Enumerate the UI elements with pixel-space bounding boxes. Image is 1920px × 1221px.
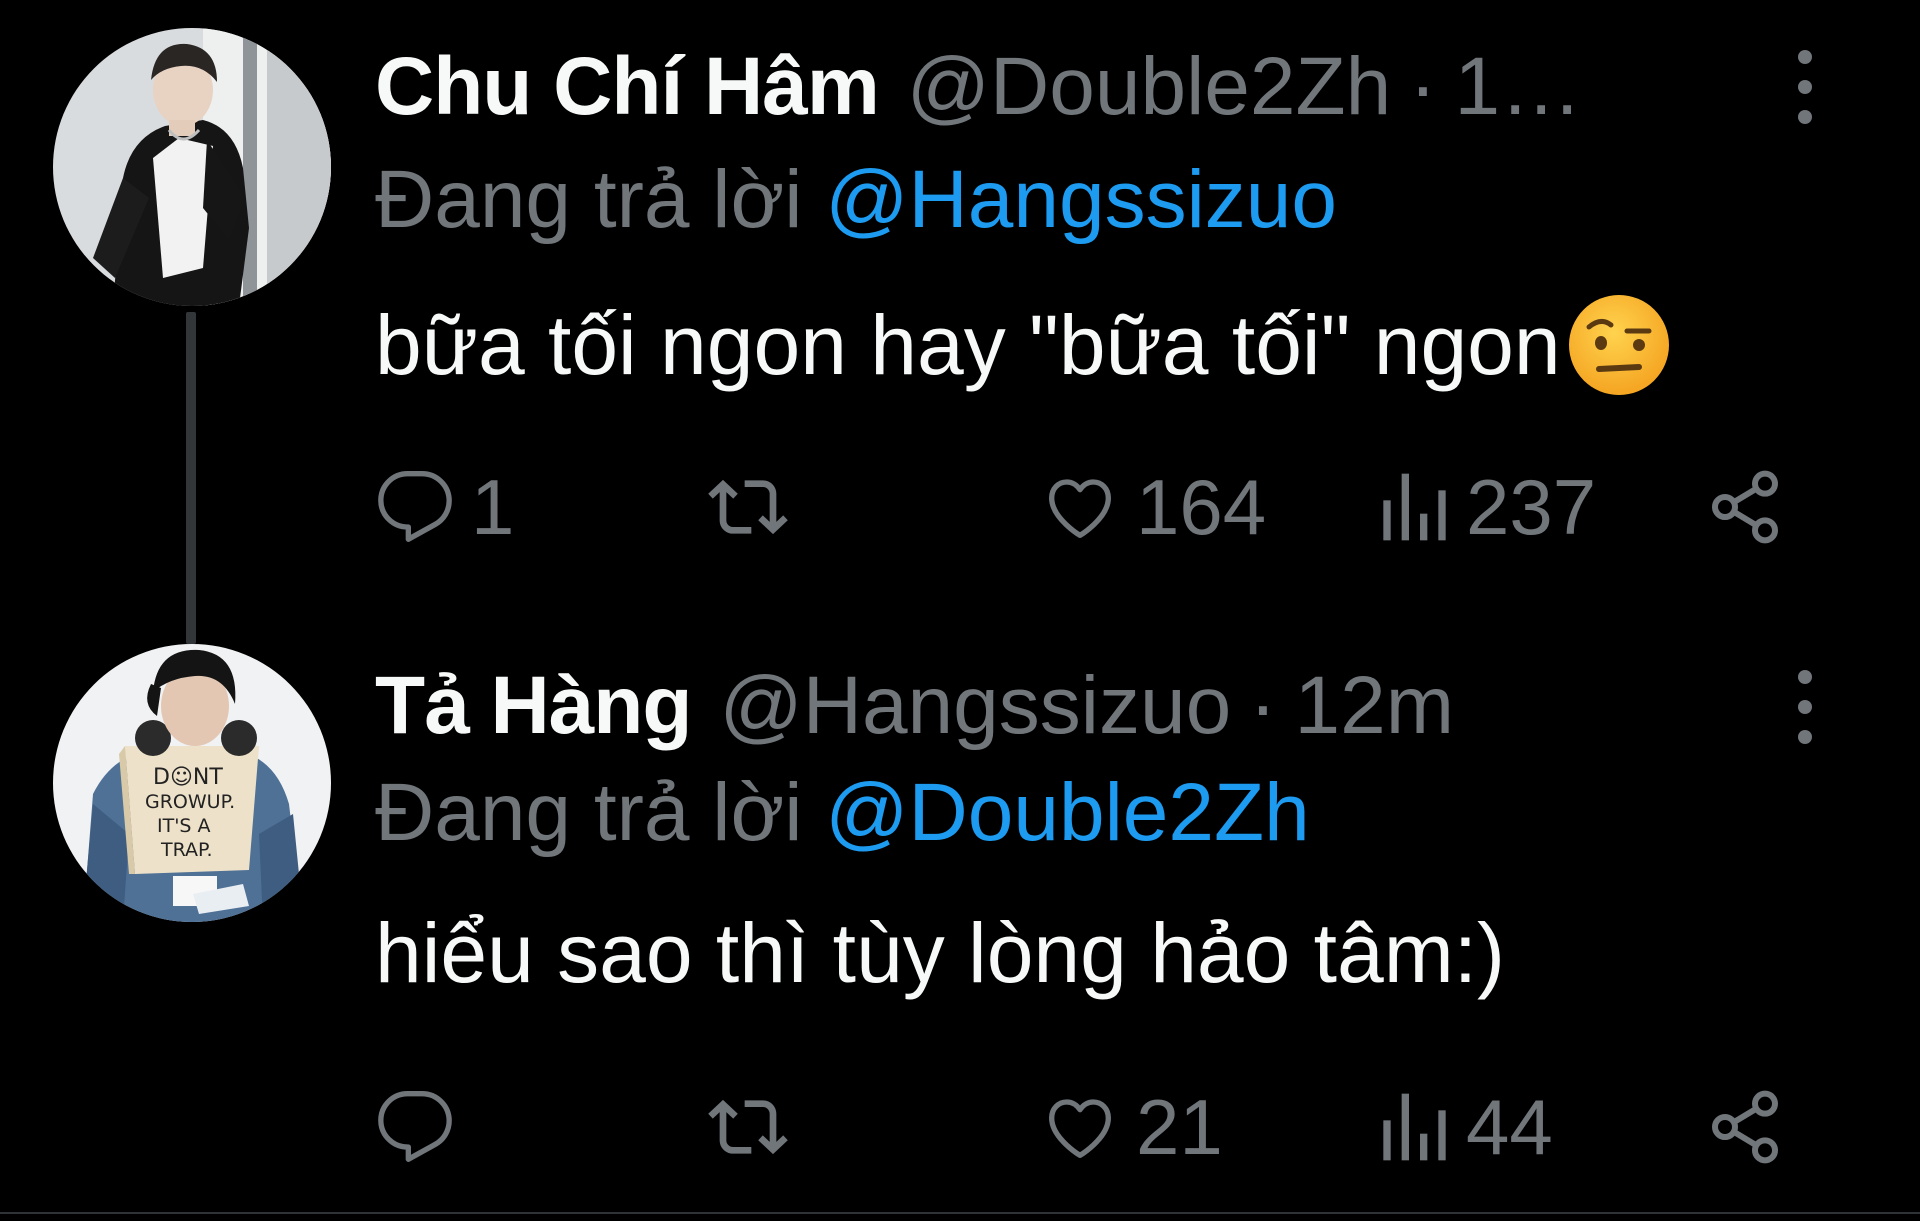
- reply-count: 1: [471, 463, 515, 551]
- face-with-raised-eyebrow-icon: [1565, 291, 1673, 399]
- speech-bubble-icon: [378, 1091, 452, 1162]
- thread-connector: [186, 312, 196, 644]
- retweet-button[interactable]: [708, 1077, 804, 1177]
- divider: [0, 1212, 1920, 1214]
- avatar-photo: [53, 28, 331, 306]
- retweet-arrows-icon: [708, 479, 788, 535]
- like-button[interactable]: 164: [1040, 457, 1266, 557]
- heart-icon: [1049, 479, 1111, 538]
- view-count: 44: [1466, 1083, 1553, 1171]
- svg-text:TRAP.: TRAP.: [160, 839, 213, 861]
- more-options-icon[interactable]: [1790, 669, 1820, 745]
- replying-to-label: Đang trả lời: [375, 767, 803, 858]
- replying-to: Đang trả lời @Double2Zh: [375, 763, 1310, 863]
- display-name[interactable]: Tả Hàng: [375, 656, 692, 756]
- tweet-body: hiểu sao thì tùy lòng hảo tâm:): [375, 906, 1506, 1000]
- avatar-photo: D☺NT GROWUP. IT'S A TRAP.: [53, 644, 331, 922]
- tweet-text: hiểu sao thì tùy lòng hảo tâm:): [375, 898, 1505, 1008]
- svg-text:IT'S A: IT'S A: [157, 815, 211, 837]
- replying-to: Đang trả lời @Hangssizuo: [375, 150, 1337, 250]
- avatar[interactable]: [53, 28, 331, 306]
- replying-to-mention[interactable]: @Hangssizuo: [825, 154, 1337, 245]
- like-count: 164: [1136, 463, 1267, 551]
- bar-chart-icon: [1383, 1093, 1446, 1161]
- retweet-button[interactable]: [708, 457, 804, 557]
- reply-button[interactable]: 1: [375, 457, 514, 557]
- view-count: 237: [1466, 463, 1597, 551]
- action-bar: 21 44: [375, 1077, 1795, 1177]
- views-button[interactable]: 237: [1380, 457, 1596, 557]
- views-button[interactable]: 44: [1380, 1077, 1553, 1177]
- svg-text:GROWUP.: GROWUP.: [145, 791, 235, 813]
- like-button[interactable]: 21: [1040, 1077, 1223, 1177]
- retweet-arrows-icon: [708, 1099, 788, 1155]
- share-button[interactable]: [1705, 457, 1785, 557]
- timestamp[interactable]: 12m: [1295, 656, 1455, 756]
- action-bar: 1 164 237: [375, 457, 1795, 557]
- speech-bubble-icon: [378, 471, 452, 542]
- tweet[interactable]: D☺NT GROWUP. IT'S A TRAP. Tả Hàng @Hangs…: [0, 620, 1920, 1221]
- tweet-header: Tả Hàng @Hangssizuo · 12m: [375, 656, 1454, 756]
- share-nodes-icon: [1712, 1090, 1778, 1164]
- separator: ·: [1409, 41, 1437, 132]
- tweet-text: bữa tối ngon hay "bữa tối" ngon: [375, 290, 1673, 400]
- shirt-text: D☺NT: [153, 765, 223, 790]
- separator: ·: [1249, 660, 1277, 751]
- replying-to-mention[interactable]: @Double2Zh: [825, 767, 1309, 858]
- username[interactable]: @Double2Zh: [907, 37, 1391, 137]
- display-name[interactable]: Chu Chí Hâm: [375, 37, 880, 137]
- tweet-header: Chu Chí Hâm @Double2Zh · 1…: [375, 37, 1705, 137]
- reply-button[interactable]: [375, 1077, 471, 1177]
- more-options-icon[interactable]: [1790, 49, 1820, 125]
- replying-to-label: Đang trả lời: [375, 154, 803, 245]
- like-count: 21: [1136, 1083, 1223, 1171]
- bar-chart-icon: [1383, 473, 1446, 541]
- avatar[interactable]: D☺NT GROWUP. IT'S A TRAP.: [53, 644, 331, 922]
- share-nodes-icon: [1712, 470, 1778, 544]
- username[interactable]: @Hangssizuo: [719, 656, 1231, 756]
- heart-icon: [1049, 1099, 1111, 1158]
- tweet-body: bữa tối ngon hay "bữa tối" ngon: [375, 298, 1561, 392]
- tweet[interactable]: Chu Chí Hâm @Double2Zh · 1… Đang trả lời…: [0, 0, 1920, 644]
- timestamp[interactable]: 1…: [1455, 37, 1583, 137]
- share-button[interactable]: [1705, 1077, 1785, 1177]
